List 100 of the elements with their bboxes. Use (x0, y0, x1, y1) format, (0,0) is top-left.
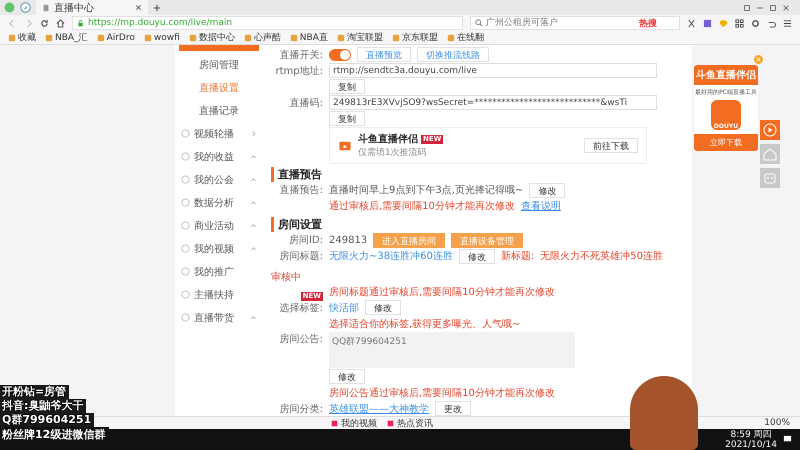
bookmark-label: 数据中心 (198, 32, 235, 44)
text-field[interactable]: rtmp://sendtc3a.douyu.com/live (329, 63, 657, 78)
field-value: 直播时间早上9点到下午3点,页光捧记得哦~ (329, 184, 524, 198)
widget-title: 斗鱼直播伴侣 (694, 65, 758, 85)
edit-button[interactable]: 修改 (329, 369, 365, 384)
field-label: 直播码: (288, 96, 323, 110)
sidebar-item[interactable]: 主播扶持 (175, 283, 263, 306)
sidebar-item[interactable]: 直播记录 (175, 99, 263, 122)
zoom-level[interactable]: 100% (764, 418, 790, 428)
room-id: 249813 (329, 234, 368, 246)
menu-item-icon (181, 267, 190, 276)
maximize-icon[interactable] (769, 4, 777, 12)
bookmark-icon (96, 34, 105, 42)
sidebar-item[interactable]: 我的视频 (175, 237, 263, 260)
bookmark-icon (144, 34, 152, 42)
tag-value: 快活部 (329, 302, 359, 315)
field-label: 直播开关: (278, 48, 323, 62)
overlay-text: 抖音:臭鼬爷大干 (0, 399, 86, 413)
bookmark-label: wowfi (154, 32, 180, 42)
sidebar-item[interactable]: 我的推广 (175, 260, 263, 283)
reload-icon[interactable] (40, 18, 49, 28)
grid-icon[interactable] (735, 18, 744, 28)
sidebar-item[interactable]: 直播带货 (175, 306, 263, 329)
sidebar-item[interactable]: 房间管理 (175, 53, 263, 76)
overlay-text: Q群799604251 (0, 413, 94, 427)
clock-time: 8:59 周四 (730, 430, 772, 440)
bookmark-label: NBA_汇 (55, 32, 88, 44)
link-button[interactable]: 直播预览 (357, 47, 411, 62)
clock-date: 2021/10/14 (725, 440, 777, 450)
page-icon (42, 4, 50, 12)
square-icon[interactable] (703, 18, 712, 28)
menu-item-icon (181, 152, 190, 161)
text-field[interactable]: 249813rE3XVvjSO9?wsSecret=****************************&wsTi (329, 95, 657, 110)
hot-search-label[interactable]: 热搜 (639, 16, 657, 30)
field-label: rtmp地址: (274, 64, 323, 78)
sidebar-item[interactable]: 数据分析 (175, 191, 263, 214)
status-icon (387, 420, 394, 426)
sidebar-item[interactable]: 商业活动 (175, 214, 263, 237)
status-item[interactable]: 我的视频 (331, 416, 378, 430)
edit-button[interactable]: 修改 (529, 182, 566, 198)
hint-text: 房间公告通过审核后,需要间隔10分钟才能再次修改 (329, 386, 555, 400)
bookmark[interactable]: 心声酷 (244, 31, 281, 44)
overlay-banner: 粉丝牌12级进微信群 (0, 427, 110, 442)
edit-button[interactable]: 修改 (365, 300, 401, 316)
live-switch[interactable] (329, 48, 351, 60)
sidebar-item[interactable]: 视频轮播 (175, 122, 263, 145)
pin-icon[interactable] (743, 4, 751, 12)
bookmark-label: 在线翻 (456, 32, 484, 44)
field-label: 房间公告: (278, 332, 323, 346)
menu-item-icon (181, 175, 190, 184)
new-title: 无限火力不死英雄冲50连胜 (540, 250, 663, 264)
field-label: 选择标签: (280, 302, 323, 314)
menu-item-icon (181, 129, 190, 138)
home-icon[interactable] (56, 18, 65, 28)
bookmark[interactable]: NBA_汇 (45, 31, 88, 44)
edit-button[interactable]: 修改 (458, 248, 495, 264)
browser-tab[interactable]: 直播中心 (36, 0, 148, 15)
edit-button[interactable]: 更改 (435, 401, 471, 416)
status-item[interactable]: 热点资讯 (387, 416, 434, 430)
bookmark-icon (45, 34, 53, 42)
settings-icon[interactable] (751, 18, 760, 28)
bookmark-icon (336, 34, 345, 42)
status-label: 热点资讯 (397, 418, 434, 430)
scissors-icon[interactable] (687, 18, 696, 28)
bookmark-icon (8, 34, 16, 42)
bookmark-icon (244, 34, 252, 42)
link-button[interactable]: 切换推流线路 (417, 47, 489, 62)
bookmark[interactable]: 数据中心 (188, 31, 235, 44)
sidebar-item[interactable]: 我的公会 (175, 168, 263, 191)
notification-icon[interactable] (783, 435, 792, 444)
download-button[interactable]: 前往下载 (584, 138, 638, 153)
announcement-field[interactable]: QQ群799604251 (329, 332, 575, 368)
bookmark-icon (188, 34, 197, 42)
close-icon[interactable] (782, 4, 790, 12)
sidebar-item[interactable]: 我的收益 (175, 145, 263, 168)
review-status: 审核中 (271, 270, 301, 284)
close-icon[interactable] (135, 4, 142, 11)
field-label: 房间标题: (278, 250, 323, 264)
hint-text: 房间标题通过审核后,需要间隔10分钟才能再次修改 (329, 286, 555, 299)
search-field[interactable]: 广州公租房可落户 热搜 (470, 16, 680, 30)
bookmark[interactable]: NBA直 (290, 31, 328, 44)
overlay-text: 开粉钻=房管 (0, 385, 70, 399)
copy-button[interactable]: 复制 (329, 79, 365, 94)
bookmark[interactable]: 在线翻 (446, 31, 484, 44)
status-icon (331, 420, 338, 426)
new-title-label: 新标题: (500, 250, 534, 264)
bookmark[interactable]: wowfi (144, 32, 180, 42)
bookmark-icon (446, 34, 455, 42)
bookmark[interactable]: AirDro (96, 32, 135, 42)
menu-icon[interactable] (783, 18, 792, 28)
copy-button[interactable]: 复制 (329, 111, 365, 126)
search-icon (475, 19, 483, 27)
bookmark-label: 收藏 (18, 32, 36, 44)
bookmark[interactable]: 收藏 (8, 31, 36, 44)
bookmark-label: 心声酷 (254, 32, 281, 44)
bookmark[interactable]: 京东联盟 (392, 31, 438, 44)
hint-text: 通过审核后,需要间隔10分钟才能再次修改 (329, 200, 515, 214)
field-label: 直播预告: (278, 184, 323, 198)
new-tab-icon[interactable] (153, 4, 161, 12)
bookmark[interactable]: 淘宝联盟 (336, 31, 383, 44)
